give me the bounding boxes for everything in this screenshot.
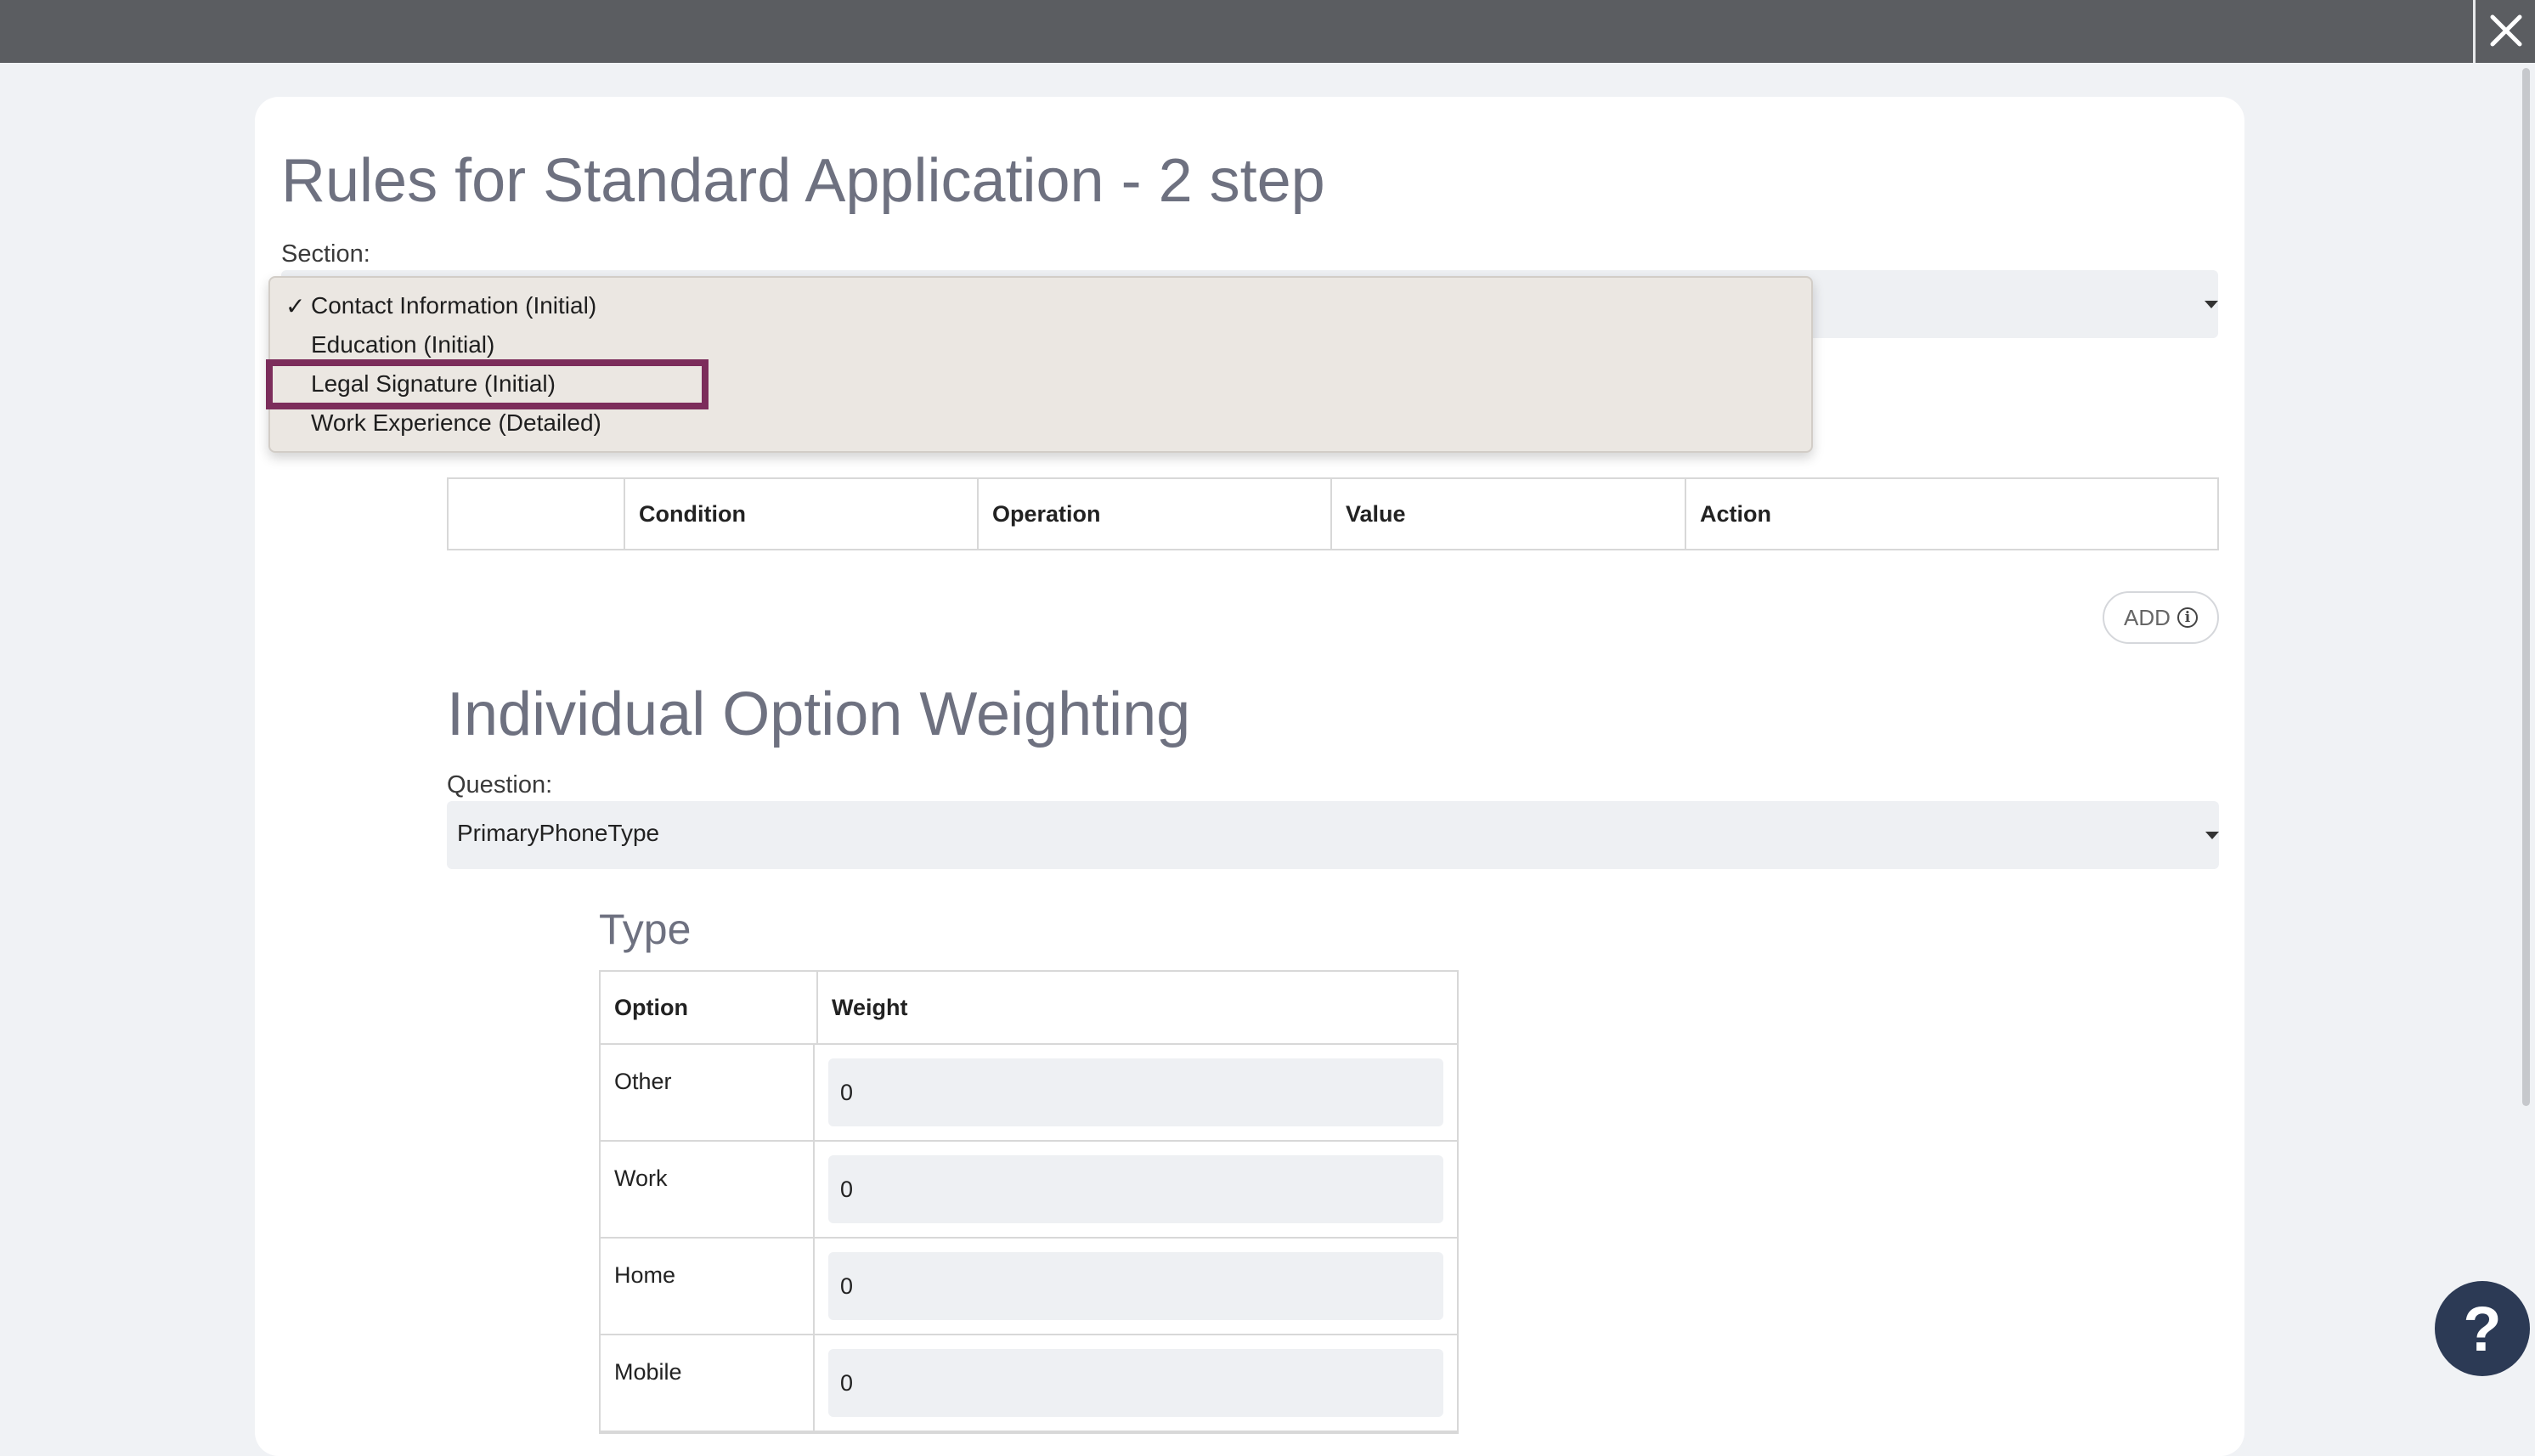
option-label: Work [601, 1142, 815, 1237]
page-title: Rules for Standard Application - 2 step [281, 147, 1325, 215]
info-icon: i [2176, 607, 2198, 628]
weight-input-work[interactable] [828, 1155, 1443, 1223]
section-option-label: Contact Information (Initial) [311, 292, 597, 319]
weight-table-header-weight: Weight [832, 994, 908, 1020]
table-row: Other [601, 1045, 1457, 1142]
help-icon: ? [2463, 1293, 2502, 1364]
table-row: Work [601, 1142, 1457, 1239]
section-label: Section: [281, 240, 370, 268]
add-button-label: ADD [2124, 604, 2171, 630]
table-row: Mobile [601, 1335, 1457, 1432]
type-title: Type [599, 906, 692, 953]
weight-input-other[interactable] [828, 1058, 1443, 1126]
option-label: Other [601, 1045, 815, 1140]
section-option-contact-information[interactable]: ✓ Contact Information (Initial) [285, 292, 597, 319]
section-option-label: Legal Signature (Initial) [311, 370, 556, 397]
help-button[interactable]: ? [2435, 1281, 2530, 1376]
rules-table-header-action: Action [1700, 500, 1771, 527]
question-label: Question: [447, 771, 553, 799]
question-select-value: PrimaryPhoneType [457, 820, 660, 846]
section-dropdown-menu: ✓ Contact Information (Initial) Educatio… [268, 276, 1813, 453]
option-label: Home [601, 1239, 815, 1334]
section-option-label: Work Experience (Detailed) [311, 409, 601, 436]
rules-table: Condition Operation Value Action [447, 477, 2219, 550]
section-option-legal-signature[interactable]: Legal Signature (Initial) [311, 370, 556, 398]
chevron-down-icon [2205, 832, 2219, 839]
rules-table-header-operation: Operation [979, 479, 1332, 549]
section-option-education[interactable]: Education (Initial) [311, 331, 494, 358]
check-icon: ✓ [285, 293, 306, 319]
section-option-work-experience[interactable]: Work Experience (Detailed) [311, 409, 601, 437]
weight-input-home[interactable] [828, 1252, 1443, 1320]
option-label: Mobile [601, 1335, 815, 1431]
close-button[interactable] [2473, 0, 2535, 63]
add-button[interactable]: ADD i [2103, 591, 2219, 644]
weight-input-mobile[interactable] [828, 1349, 1443, 1417]
rules-table-header [449, 479, 625, 549]
chevron-down-icon [2205, 301, 2218, 308]
table-row: Home [601, 1239, 1457, 1335]
close-icon [2490, 14, 2522, 47]
weighting-title: Individual Option Weighting [447, 680, 1191, 748]
question-select[interactable]: PrimaryPhoneType [447, 801, 2219, 869]
rules-table-header-value: Value [1332, 479, 1686, 549]
weight-table: Option Weight Other Work Home Mobile [599, 970, 1459, 1434]
rules-table-header-condition: Condition [625, 479, 979, 549]
section-option-label: Education (Initial) [311, 331, 495, 358]
weight-table-header-row: Option Weight [601, 972, 1457, 1045]
scrollbar-thumb[interactable] [2522, 68, 2530, 1106]
weight-table-header-option: Option [601, 972, 818, 1043]
top-bar [0, 0, 2535, 63]
